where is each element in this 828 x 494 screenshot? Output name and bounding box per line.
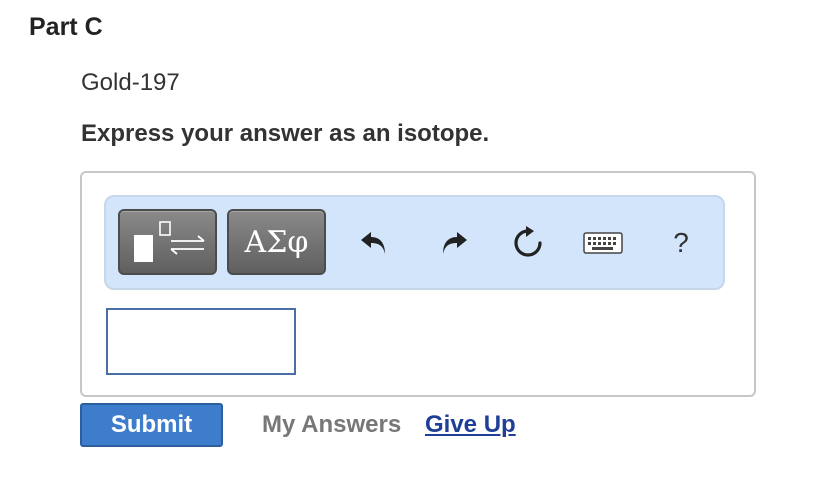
redo-button[interactable] xyxy=(436,225,472,261)
answer-panel: ΑΣφ ? xyxy=(80,171,756,397)
template-icon xyxy=(134,221,205,262)
answer-input[interactable] xyxy=(106,308,296,375)
undo-button[interactable] xyxy=(356,225,392,261)
math-toolbar: ΑΣφ ? xyxy=(104,195,725,290)
my-answers-link: My Answers xyxy=(262,411,402,438)
greek-symbols-button[interactable]: ΑΣφ xyxy=(227,209,326,275)
answer-instruction: Express your answer as an isotope. xyxy=(81,120,490,147)
part-title: Part C xyxy=(29,13,103,41)
redo-icon xyxy=(443,232,467,254)
help-icon: ? xyxy=(673,227,689,258)
template-button[interactable] xyxy=(118,209,217,275)
help-button[interactable]: ? xyxy=(666,225,696,261)
give-up-link[interactable]: Give Up xyxy=(425,411,516,439)
question-text: Gold-197 xyxy=(81,69,180,96)
reset-icon xyxy=(514,226,542,257)
undo-icon xyxy=(361,232,385,254)
submit-button[interactable]: Submit xyxy=(80,403,223,447)
keyboard-button[interactable] xyxy=(581,225,625,261)
greek-symbols-icon: ΑΣφ xyxy=(244,224,309,260)
keyboard-icon xyxy=(583,232,623,254)
reset-button[interactable] xyxy=(508,225,548,261)
